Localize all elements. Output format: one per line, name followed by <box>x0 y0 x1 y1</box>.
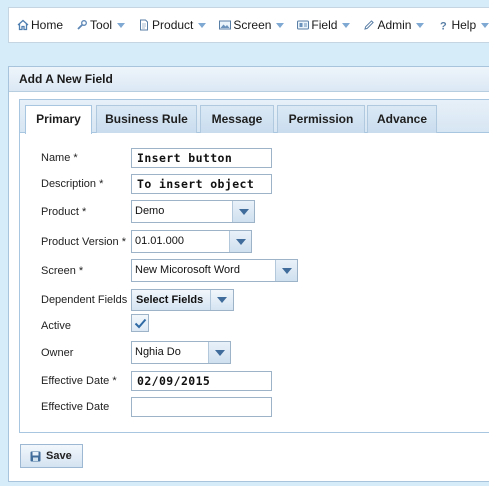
menu-home[interactable]: Home <box>17 18 63 32</box>
save-button[interactable]: Save <box>20 444 83 468</box>
save-button-label: Save <box>46 450 72 462</box>
product-version-label: Product Version * <box>41 236 126 248</box>
chevron-down-icon <box>342 22 351 28</box>
menu-admin[interactable]: Admin <box>363 18 425 32</box>
chevron-down-icon <box>276 22 285 28</box>
menu-field-label: Field <box>311 18 338 32</box>
product-version-select-value: 01.01.000 <box>135 235 184 247</box>
tab-permission[interactable]: Permission <box>277 105 365 133</box>
owner-select[interactable]: Nghia Do <box>131 341 231 364</box>
chevron-down-icon <box>481 22 489 28</box>
menu-home-label: Home <box>31 18 64 32</box>
chevron-down-icon[interactable] <box>229 231 251 252</box>
chevron-down-icon[interactable] <box>275 260 297 281</box>
menu-help-label: Help <box>451 18 477 32</box>
product-select[interactable]: Demo <box>131 200 255 223</box>
menu-tool[interactable]: Tool <box>76 18 126 32</box>
select-fields-label: Select Fields <box>136 294 204 306</box>
product-label: Product * <box>41 206 87 218</box>
effective-date-end-field[interactable] <box>131 397 272 417</box>
menu-screen-label: Screen <box>233 18 272 32</box>
field-icon <box>297 19 310 31</box>
chevron-down-icon <box>198 22 207 28</box>
menu-product[interactable]: Product <box>138 18 207 32</box>
effective-date-end-label: Effective Date <box>41 401 110 413</box>
tab-primary[interactable]: Primary <box>25 105 92 134</box>
chevron-down-icon[interactable] <box>232 201 254 222</box>
image-icon <box>219 19 232 31</box>
floppy-disk-icon <box>30 451 41 462</box>
screen-select[interactable]: New Micorosoft Word <box>131 259 298 282</box>
tab-strip: Primary Business Rule Message Permission… <box>20 100 489 134</box>
chevron-down-icon <box>416 22 425 28</box>
question-icon: ? <box>437 19 449 32</box>
top-menu-bar: Home Tool Product Screen Field Admin ? H… <box>8 7 489 43</box>
panel-title: Add A New Field <box>9 67 489 92</box>
description-field[interactable]: To insert object <box>131 174 272 194</box>
wrench-icon <box>76 19 88 31</box>
checkmark-icon <box>134 318 146 328</box>
svg-text:?: ? <box>440 21 447 32</box>
name-label: Name * <box>41 152 78 164</box>
menu-product-label: Product <box>152 18 194 32</box>
document-icon <box>138 19 150 31</box>
dependent-fields-label: Dependent Fields <box>41 294 128 306</box>
menu-tool-label: Tool <box>90 18 113 32</box>
product-version-select[interactable]: 01.01.000 <box>131 230 252 253</box>
active-checkbox[interactable] <box>131 314 149 332</box>
home-icon <box>17 19 29 31</box>
description-label: Description * <box>41 178 104 190</box>
add-field-panel: Add A New Field Primary Business Rule Me… <box>8 66 489 482</box>
tab-advance[interactable]: Advance <box>367 105 437 133</box>
chevron-down-icon[interactable] <box>208 342 230 363</box>
chevron-down-icon <box>117 22 126 28</box>
owner-select-value: Nghia Do <box>135 346 181 358</box>
chevron-down-icon[interactable] <box>210 290 233 310</box>
name-field[interactable]: Insert button <box>131 148 272 168</box>
menu-help[interactable]: ? Help <box>437 18 489 32</box>
pencil-icon <box>363 19 375 31</box>
active-label: Active <box>41 320 71 332</box>
tab-message[interactable]: Message <box>200 105 274 133</box>
owner-label: Owner <box>41 347 74 359</box>
effective-date-start-field[interactable]: 02/09/2015 <box>131 371 272 391</box>
product-select-value: Demo <box>135 205 165 217</box>
select-fields-button[interactable]: Select Fields <box>131 289 234 311</box>
screen-select-value: New Micorosoft Word <box>135 264 240 276</box>
effective-date-start-label: Effective Date * <box>41 375 117 387</box>
screen-label: Screen * <box>41 265 84 277</box>
field-form: Primary Business Rule Message Permission… <box>19 99 489 433</box>
menu-admin-label: Admin <box>377 18 412 32</box>
menu-field[interactable]: Field <box>297 18 351 32</box>
menu-screen[interactable]: Screen <box>219 18 285 32</box>
tab-business-rule[interactable]: Business Rule <box>96 105 197 133</box>
